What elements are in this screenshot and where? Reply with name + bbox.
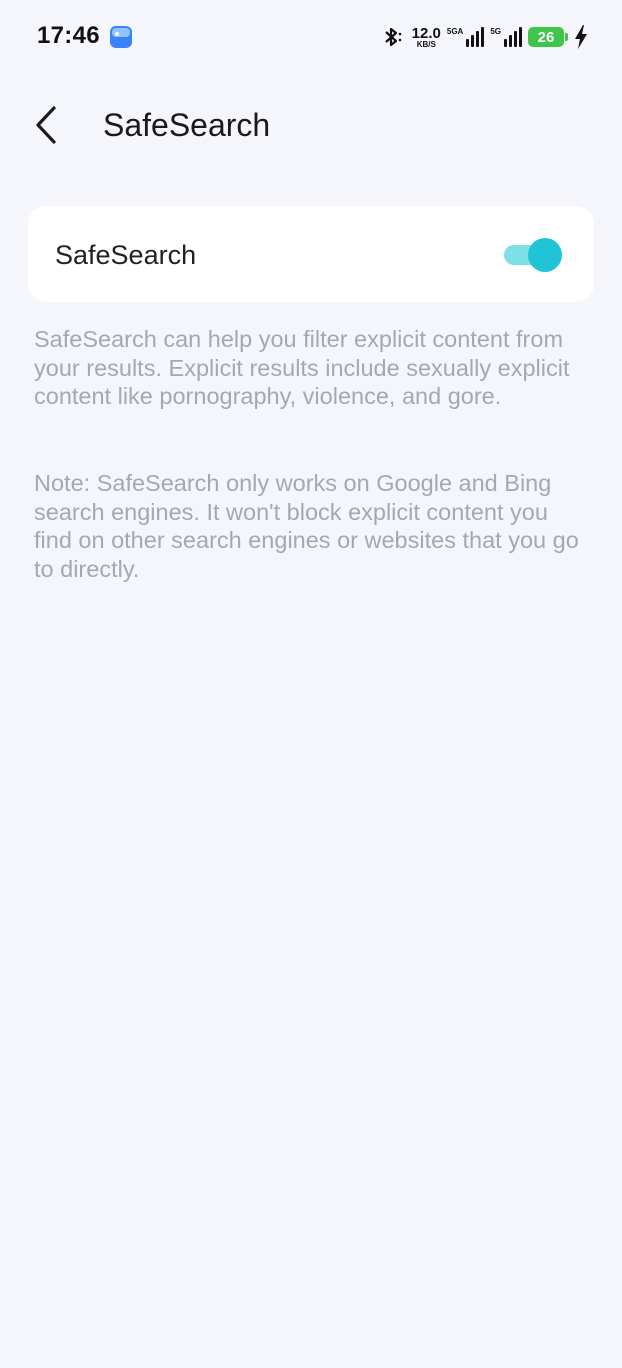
charging-icon	[575, 25, 587, 49]
page-title: SafeSearch	[103, 107, 271, 143]
safesearch-toggle[interactable]	[504, 238, 562, 272]
status-time: 17:46	[37, 22, 100, 49]
signal-icon: 5GA	[446, 27, 485, 47]
bluetooth-icon	[384, 27, 401, 47]
speed-value: 12.0	[411, 24, 441, 42]
toggle-knob	[528, 238, 562, 272]
signal-icon-2: 5G	[490, 27, 522, 47]
battery-icon: 26	[528, 27, 568, 47]
sim1-label: 5GA	[446, 27, 464, 36]
safesearch-description: SafeSearch can help you filter explicit …	[34, 326, 570, 409]
safesearch-note: Note: SafeSearch only works on Google an…	[34, 470, 579, 582]
status-icons: 12.0 KB/S 5GA 5G 26	[380, 22, 588, 52]
chevron-left-icon[interactable]	[26, 102, 66, 148]
speed-unit: KB/S	[416, 39, 436, 49]
battery-level: 26	[537, 28, 555, 46]
status-bar: 17:46 12.0 KB/S 5GA 5G 26	[0, 0, 622, 72]
sim2-label: 5G	[490, 27, 501, 36]
safesearch-label: SafeSearch	[55, 240, 197, 270]
gallery-icon	[110, 26, 132, 48]
network-speed: 12.0 KB/S	[412, 26, 441, 49]
safesearch-setting-card: SafeSearch	[28, 206, 594, 302]
